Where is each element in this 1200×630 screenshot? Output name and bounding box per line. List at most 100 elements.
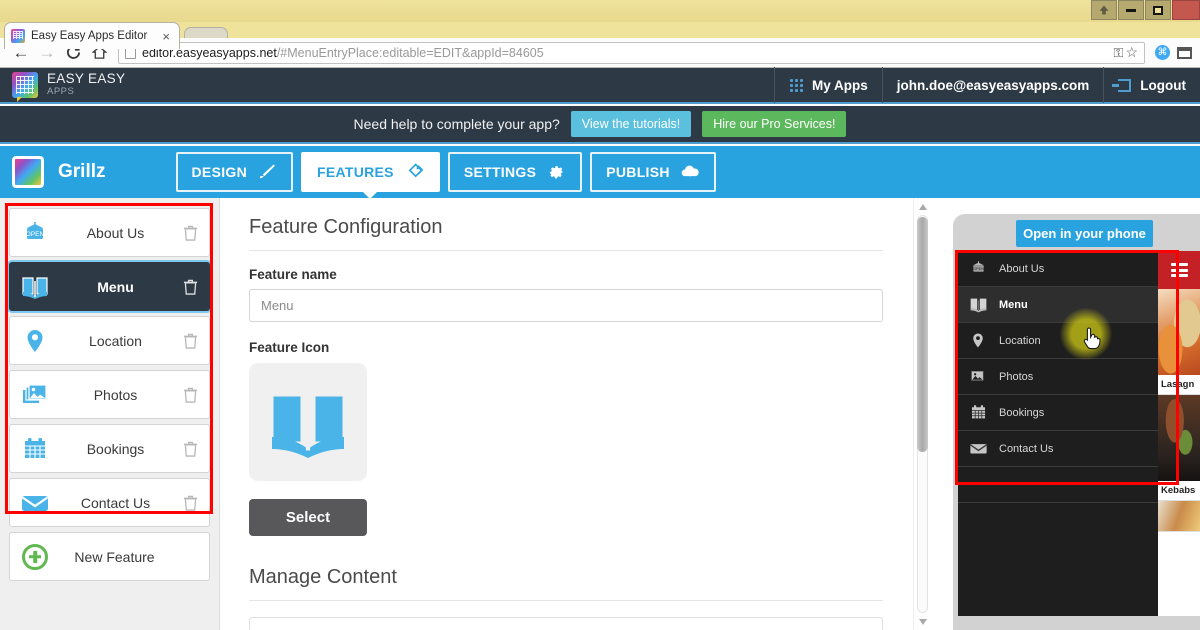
food-card[interactable] (1158, 501, 1200, 532)
window-restore-button[interactable] (1091, 0, 1117, 20)
sidebar-item-location[interactable]: Location (9, 316, 210, 365)
photos-icon (968, 368, 988, 385)
bookmark-star-icon[interactable]: ☆ (1125, 44, 1138, 61)
book-icon (270, 393, 346, 458)
window-close-button[interactable] (1172, 0, 1200, 20)
delete-icon[interactable] (181, 441, 199, 457)
sidebar-item-menu[interactable]: Menu (9, 262, 210, 311)
delete-icon[interactable] (181, 387, 199, 403)
feature-name-label: Feature name (249, 267, 337, 282)
scroll-up-arrow[interactable] (914, 198, 931, 215)
drawer-item-contact-us[interactable]: Contact Us (958, 431, 1158, 467)
user-email[interactable]: john.doe@easyeasyapps.com (881, 67, 1104, 103)
tab-publish-label: PUBLISH (606, 164, 670, 180)
drawer-item-menu[interactable]: Menu (958, 287, 1158, 323)
manage-content-box[interactable] (249, 617, 883, 630)
tab-design[interactable]: DESIGN (175, 152, 293, 192)
feature-sidebar: OPEN About Us Menu Location Photos Booki… (0, 198, 220, 630)
brand-logo[interactable]: EASY EASY APPS (0, 72, 125, 102)
user-email-label: john.doe@easyeasyapps.com (896, 77, 1090, 93)
sidebar-item-contact-us[interactable]: Contact Us (9, 478, 210, 527)
my-apps-link[interactable]: My Apps (774, 67, 882, 103)
sidebar-item-label: Contact Us (80, 494, 151, 511)
book-icon (20, 274, 50, 300)
help-banner-text: Need help to complete your app? (353, 116, 560, 132)
open-in-your-phone-button[interactable]: Open in your phone (1016, 220, 1153, 247)
drawer-item-label: Bookings (999, 406, 1045, 419)
workspace: OPEN About Us Menu Location Photos Booki… (0, 198, 1200, 630)
os-window-titlebar (0, 0, 1200, 22)
key-icon[interactable]: ⚿ (1114, 45, 1124, 61)
sidebar-item-label: Location (89, 332, 142, 349)
hamburger-menu-icon[interactable] (1170, 261, 1188, 280)
scroll-down-arrow[interactable] (914, 613, 931, 630)
maximize-icon (1153, 5, 1163, 15)
food-photo (1158, 289, 1200, 375)
drawer-item-label: Contact Us (999, 442, 1054, 455)
feature-name-input[interactable] (249, 289, 883, 322)
sidebar-item-photos[interactable]: Photos (9, 370, 210, 419)
sidebar-item-bookings[interactable]: Bookings (9, 424, 210, 473)
phone-menu-drawer: OPEN About Us Menu Location Photos Booki… (958, 251, 1158, 616)
main-scrollbar[interactable] (913, 198, 930, 630)
view-tutorials-button[interactable]: View the tutorials! (570, 111, 692, 137)
tab-settings-label: SETTINGS (463, 164, 537, 180)
app-header: EASY EASY APPS My Apps john.doe@easyeasy… (0, 67, 1200, 104)
drawer-item-bookings[interactable]: Bookings (958, 395, 1158, 431)
restore-icon (1099, 5, 1109, 15)
browser-tab-title: Easy Easy Apps Editor (31, 30, 148, 42)
sidebar-item-label: About Us (86, 224, 145, 241)
new-feature-button[interactable]: New Feature (9, 532, 210, 581)
food-photo (1158, 395, 1200, 481)
browser-tabstrip: Easy Easy Apps Editor × (0, 22, 1200, 49)
svg-text:OPEN: OPEN (972, 266, 983, 271)
easyeasy-logo-icon (12, 72, 38, 102)
close-icon[interactable]: × (159, 30, 173, 43)
map-pin-icon (968, 332, 988, 349)
feature-icon-preview[interactable] (249, 363, 367, 481)
brush-icon (259, 164, 275, 179)
gear-icon (549, 166, 564, 179)
window-pane-icon[interactable] (1177, 46, 1192, 59)
browser-tab-active[interactable]: Easy Easy Apps Editor × (4, 22, 180, 49)
window-maximize-button[interactable] (1145, 0, 1171, 20)
window-minimize-button[interactable] (1118, 0, 1144, 20)
app-navigation-bar: Grillz DESIGN FEATURES SETTINGS PUBLISH (0, 146, 1200, 198)
tab-publish[interactable]: PUBLISH (590, 152, 716, 192)
favicon-icon (11, 29, 25, 43)
delete-icon[interactable] (181, 279, 199, 295)
delete-icon[interactable] (181, 225, 199, 241)
drawer-item-photos[interactable]: Photos (958, 359, 1158, 395)
drawer-item-label: Location (999, 334, 1041, 347)
calendar-icon (968, 404, 988, 421)
phone-screen: Lasagn Kebabs OPEN About Us Menu Locatio… (958, 251, 1200, 616)
tab-settings[interactable]: SETTINGS (447, 152, 583, 192)
scrollbar-thumb[interactable] (917, 217, 928, 452)
delete-icon[interactable] (181, 333, 199, 349)
logout-icon (1112, 78, 1132, 92)
envelope-icon (20, 491, 50, 515)
drawer-item-about-us[interactable]: OPEN About Us (958, 251, 1158, 287)
minimize-icon (1126, 8, 1136, 12)
drawer-item-empty (958, 467, 1158, 503)
logout-label: Logout (1140, 77, 1186, 93)
phone-content-column: Lasagn Kebabs (1158, 251, 1200, 616)
open-sign-icon: OPEN (20, 220, 50, 246)
my-apps-label: My Apps (812, 77, 868, 93)
food-card[interactable]: Kebabs (1158, 395, 1200, 501)
command-icon[interactable]: ⌘ (1155, 45, 1170, 60)
sidebar-item-about-us[interactable]: OPEN About Us (9, 208, 210, 257)
svg-text:OPEN: OPEN (26, 231, 45, 238)
hire-pro-services-button[interactable]: Hire our Pro Services! (702, 111, 847, 137)
delete-icon[interactable] (181, 495, 199, 511)
tab-features[interactable]: FEATURES (301, 152, 440, 192)
logout-button[interactable]: Logout (1103, 67, 1200, 103)
envelope-icon (968, 441, 988, 456)
url-path: /#MenuEntryPlace:editable=EDIT&appId=846… (276, 45, 544, 60)
sidebar-item-label: Photos (93, 386, 138, 403)
address-bar[interactable]: editor.easyeasyapps.net /#MenuEntryPlace… (118, 41, 1145, 64)
select-icon-button[interactable]: Select (249, 499, 367, 536)
open-sign-icon: OPEN (968, 260, 988, 277)
food-card[interactable]: Lasagn (1158, 289, 1200, 395)
drawer-item-location[interactable]: Location (958, 323, 1158, 359)
